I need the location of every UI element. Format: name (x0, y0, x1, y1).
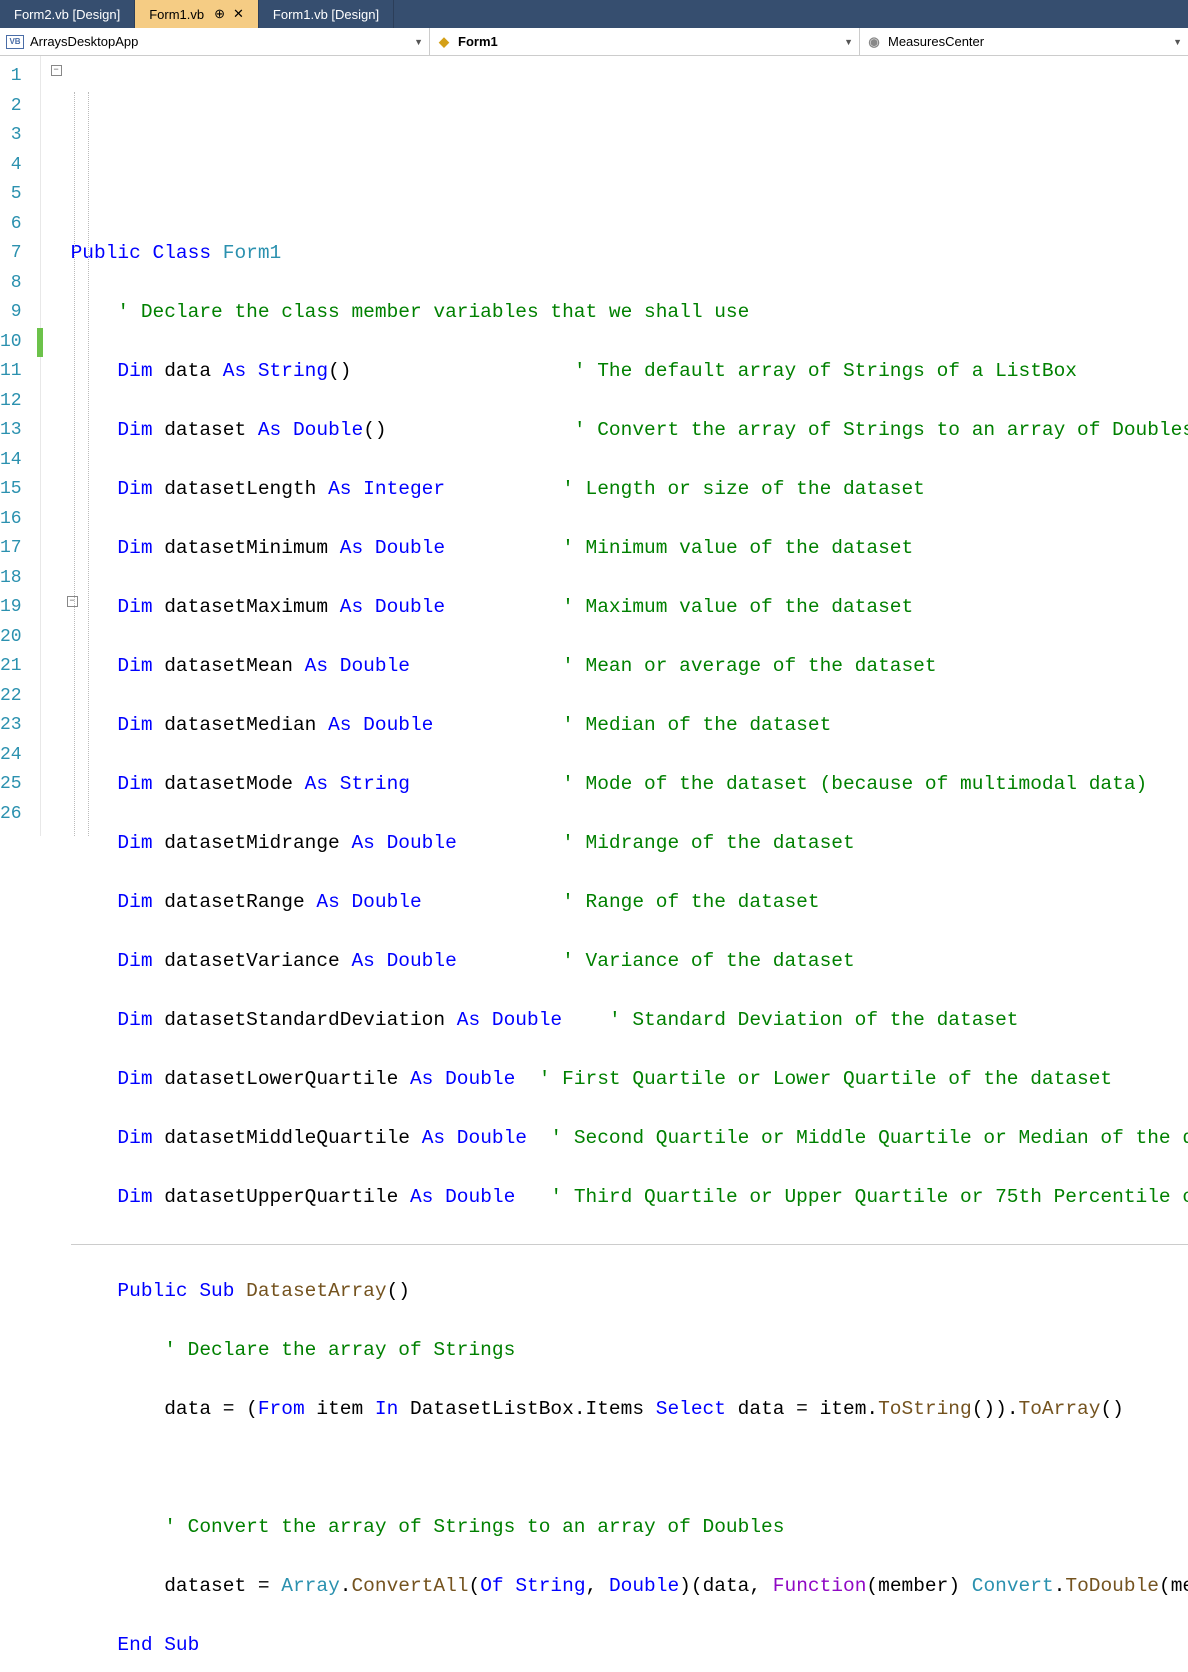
code-line: Dim datasetVariance As Double ' Variance… (41, 947, 1188, 977)
tab-bar: Form2.vb [Design] Form1.vb ⊕ ✕ Form1.vb … (0, 0, 1188, 28)
navigation-bar: VB ArraysDesktopApp ▼ ◆ Form1 ▼ ◉ Measur… (0, 28, 1188, 56)
code-line: Dim datasetMinimum As Double ' Minimum v… (41, 534, 1188, 564)
code-line: Dim data As String() ' The default array… (41, 357, 1188, 387)
class-dropdown[interactable]: ◆ Form1 ▼ (430, 28, 860, 55)
code-line: Dim datasetMaximum As Double ' Maximum v… (41, 593, 1188, 623)
code-line: Dim datasetRange As Double ' Range of th… (41, 888, 1188, 918)
method-icon: ◉ (866, 34, 882, 50)
close-icon[interactable]: ✕ (233, 6, 244, 22)
code-content[interactable]: − − Public Class Form1 ' Declare the cla… (41, 56, 1188, 836)
line-number-gutter: 1 2 3 4 5 6 7 8 9 10 11 12 13 14 15 16 1… (0, 56, 41, 836)
tab-form1-design[interactable]: Form1.vb [Design] (259, 0, 394, 28)
code-line: Dim datasetMidrange As Double ' Midrange… (41, 829, 1188, 859)
pin-icon[interactable]: ⊕ (214, 6, 225, 22)
code-line: Dim datasetUpperQuartile As Double ' Thi… (41, 1183, 1188, 1213)
fold-toggle[interactable]: − (67, 596, 78, 607)
code-line: Public Class Form1 (41, 239, 1188, 269)
code-line: Dim datasetMode As String ' Mode of the … (41, 770, 1188, 800)
code-line (41, 1454, 1188, 1484)
project-dropdown[interactable]: VB ArraysDesktopApp ▼ (0, 28, 430, 55)
code-line: ' Declare the class member variables tha… (41, 298, 1188, 328)
class-icon: ◆ (436, 34, 452, 50)
member-dropdown[interactable]: ◉ MeasuresCenter ▼ (860, 28, 1188, 55)
code-line: dataset = Array.ConvertAll(Of String, Do… (41, 1572, 1188, 1602)
code-line: Dim datasetLowerQuartile As Double ' Fir… (41, 1065, 1188, 1095)
code-line: Dim datasetMedian As Double ' Median of … (41, 711, 1188, 741)
change-indicator (37, 328, 43, 357)
code-line: Dim datasetStandardDeviation As Double '… (41, 1006, 1188, 1036)
code-line: Dim datasetMean As Double ' Mean or aver… (41, 652, 1188, 682)
code-line: Dim datasetLength As Integer ' Length or… (41, 475, 1188, 505)
tab-form2-design[interactable]: Form2.vb [Design] (0, 0, 135, 28)
fold-toggle[interactable]: − (51, 65, 62, 76)
code-editor[interactable]: 1 2 3 4 5 6 7 8 9 10 11 12 13 14 15 16 1… (0, 56, 1188, 836)
chevron-down-icon: ▼ (1173, 37, 1182, 47)
code-line: ' Declare the array of Strings (41, 1336, 1188, 1366)
code-line: End Sub (41, 1631, 1188, 1661)
code-line: Dim datasetMiddleQuartile As Double ' Se… (41, 1124, 1188, 1154)
code-line: Public Sub DatasetArray() (41, 1277, 1188, 1307)
code-line: data = (From item In DatasetListBox.Item… (41, 1395, 1188, 1425)
tab-form1-vb[interactable]: Form1.vb ⊕ ✕ (135, 0, 259, 28)
chevron-down-icon: ▼ (844, 37, 853, 47)
code-line: ' Convert the array of Strings to an arr… (41, 1513, 1188, 1543)
chevron-down-icon: ▼ (414, 37, 423, 47)
code-line: Dim dataset As Double() ' Convert the ar… (41, 416, 1188, 446)
vb-project-icon: VB (6, 35, 24, 49)
